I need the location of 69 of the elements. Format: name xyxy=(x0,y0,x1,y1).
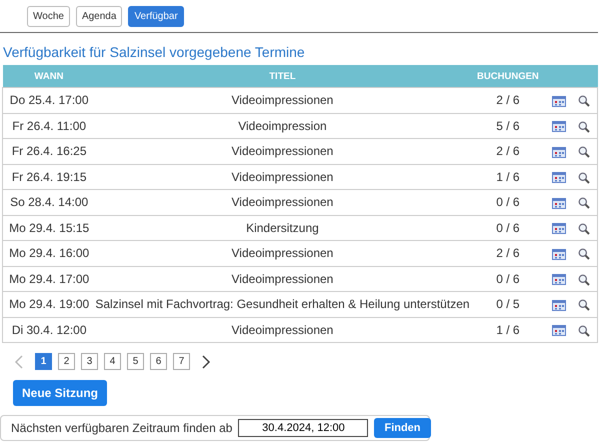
page-button[interactable]: 1 xyxy=(35,353,52,370)
table-cell: 0 / 5 xyxy=(496,297,520,312)
table-cell: Videoimpression xyxy=(238,118,327,133)
chevron-right-icon[interactable] xyxy=(202,354,211,368)
table-cell: Mo 29.4. 19:00 xyxy=(9,297,90,312)
table-cell: Fr 26.4. 19:15 xyxy=(12,170,87,184)
search-icon[interactable] xyxy=(578,146,590,158)
page-button[interactable]: 3 xyxy=(81,353,98,370)
table-cell: Videoimpressionen xyxy=(232,170,334,184)
calendar-icon[interactable] xyxy=(552,325,566,336)
table-cell: Mo 29.4. 15:15 xyxy=(9,220,90,235)
table-cell: Mo 29.4. 17:00 xyxy=(9,272,90,286)
table-cell: 0 / 6 xyxy=(496,220,520,235)
search-icon[interactable] xyxy=(578,248,590,260)
new-session-button[interactable]: Neue Sitzung xyxy=(13,380,108,406)
calendar-icon[interactable] xyxy=(552,198,566,209)
table-cell: Fr 26.4. 11:00 xyxy=(12,118,86,133)
table-cell: So 28.4. 14:00 xyxy=(10,195,88,210)
table-cell: Videoimpressionen xyxy=(232,272,334,286)
table-cell: Videoimpressionen xyxy=(232,144,334,158)
calendar-icon[interactable] xyxy=(552,146,566,158)
page-button[interactable]: 4 xyxy=(104,353,121,370)
table-cell: Kindersitzung xyxy=(246,220,319,235)
search-icon[interactable] xyxy=(578,95,590,108)
column-header: TITEL xyxy=(95,65,470,88)
search-icon[interactable] xyxy=(578,274,590,286)
search-icon[interactable] xyxy=(578,172,590,184)
find-label: Nächsten verfügbaren Zeitraum finden ab xyxy=(11,421,232,435)
view-tab[interactable]: Verfügbar xyxy=(128,6,184,27)
page-button[interactable]: 5 xyxy=(127,353,144,370)
column-header: WANN xyxy=(2,65,96,88)
date-input-field[interactable]: 30.4.2024, 12:00 xyxy=(238,419,368,437)
table-cell: 1 / 6 xyxy=(496,170,520,184)
calendar-icon[interactable] xyxy=(552,300,566,311)
search-icon[interactable] xyxy=(578,299,590,312)
calendar-icon[interactable] xyxy=(552,248,566,260)
search-icon[interactable] xyxy=(578,324,590,337)
search-icon[interactable] xyxy=(578,197,590,210)
table-cell: 0 / 6 xyxy=(496,272,520,286)
table-cell: 1 / 6 xyxy=(496,322,520,337)
search-icon[interactable] xyxy=(578,222,590,235)
table-cell: Salzinsel mit Fachvortrag: Gesundheit erhalten & Heilung unterstützen xyxy=(95,297,470,312)
table-cell: Fr 26.4. 16:25 xyxy=(12,144,87,158)
find-button[interactable]: Finden xyxy=(374,418,431,438)
calendar-icon[interactable] xyxy=(552,223,566,234)
calendar-icon[interactable] xyxy=(552,172,566,184)
column-header: BUCHUNGEN xyxy=(470,65,546,88)
table-cell: 2 / 6 xyxy=(496,246,520,260)
calendar-icon[interactable] xyxy=(552,121,566,132)
page-button[interactable]: 2 xyxy=(58,353,75,370)
view-tab[interactable]: Woche xyxy=(27,6,70,27)
page-button[interactable]: 7 xyxy=(173,353,190,370)
table-cell: Di 30.4. 12:00 xyxy=(12,322,87,337)
table-cell: Mo 29.4. 16:00 xyxy=(9,246,90,260)
table-cell: Videoimpressionen xyxy=(232,322,334,337)
table-cell: Videoimpressionen xyxy=(232,246,334,260)
search-icon[interactable] xyxy=(578,120,590,133)
table-cell: 2 / 6 xyxy=(496,144,520,158)
calendar-icon[interactable] xyxy=(552,274,566,286)
table-cell: Do 25.4. 17:00 xyxy=(10,93,89,108)
page-heading: Verfügbarkeit für Salzinsel vorgegebene Termine xyxy=(3,44,306,60)
page-button[interactable]: 6 xyxy=(150,353,167,370)
table-cell: 5 / 6 xyxy=(496,118,520,133)
view-tab[interactable]: Agenda xyxy=(76,6,122,27)
table-cell: 2 / 6 xyxy=(496,93,520,108)
table-cell: Videoimpressionen xyxy=(232,195,334,210)
calendar-icon[interactable] xyxy=(552,96,566,107)
table-cell: 0 / 6 xyxy=(496,195,520,210)
table-cell: Videoimpressionen xyxy=(232,93,334,108)
